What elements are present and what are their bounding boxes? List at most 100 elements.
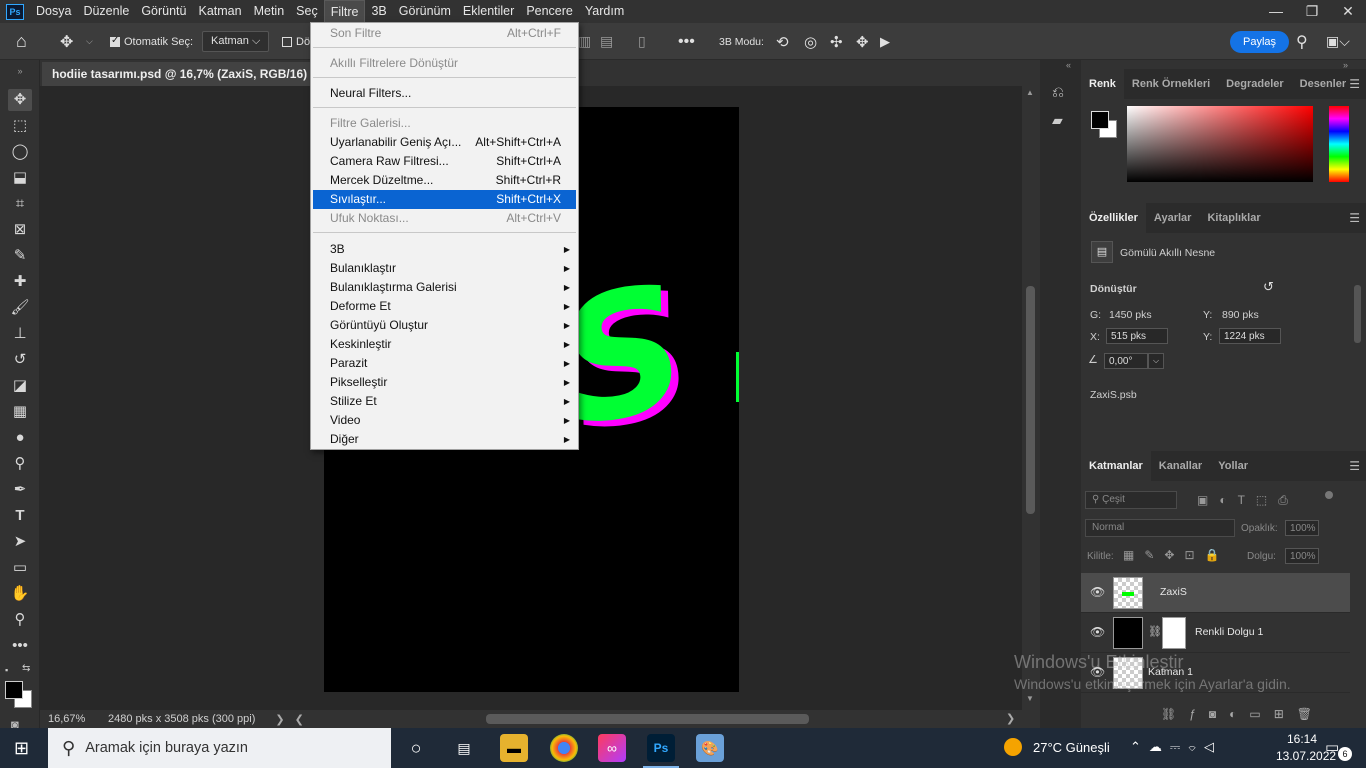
eye-icon[interactable]: 👁	[1090, 625, 1105, 639]
foreground-color-swatch[interactable]	[5, 681, 23, 699]
orbit-3d-icon[interactable]: ⟲	[776, 23, 789, 60]
pen-tool-icon[interactable]: ✒	[8, 479, 32, 501]
properties-scroll-thumb[interactable]	[1354, 285, 1361, 343]
chevron-down-icon[interactable]: ⌵	[1148, 353, 1164, 369]
move-tool-icon[interactable]: ✥	[60, 23, 73, 60]
file-explorer-icon[interactable]: ▬	[500, 734, 528, 762]
camera-3d-icon[interactable]: ▶	[880, 23, 890, 60]
color-field[interactable]	[1127, 106, 1313, 182]
x-position-input[interactable]: 515 pks	[1106, 328, 1168, 344]
tab-renk[interactable]: Renk	[1081, 69, 1124, 99]
menu-filtre[interactable]: Filtre	[323, 0, 366, 23]
crop-tool-icon[interactable]: ⌗	[8, 193, 32, 215]
rectangle-tool-icon[interactable]: ▭	[8, 557, 32, 579]
tab-desenler[interactable]: Desenler	[1292, 69, 1354, 99]
menu-item-uyarlanabilir-genis-aci[interactable]: Uyarlanabilir Geniş Açı... Alt+Shift+Ctrl…	[313, 133, 576, 152]
paint-icon[interactable]: 🎨	[696, 734, 724, 762]
comments-panel-icon[interactable]: ▰	[1052, 112, 1063, 129]
collapse-icon[interactable]: «	[1066, 60, 1071, 70]
home-icon[interactable]: ⌂	[16, 23, 27, 60]
panel-menu-icon[interactable]: ☰	[1349, 211, 1360, 225]
lasso-tool-icon[interactable]: ◯	[8, 141, 32, 163]
dodge-tool-icon[interactable]: ⚲	[8, 453, 32, 475]
menu-item-neural-filters[interactable]: Neural Filters...	[313, 84, 576, 103]
transform-controls-checkbox[interactable]: Dö	[282, 23, 310, 60]
hand-tool-icon[interactable]: ✋	[8, 583, 32, 605]
clone-stamp-tool-icon[interactable]: ⊥	[8, 323, 32, 345]
layer-filter-select[interactable]: ⚲ Çeşit	[1085, 491, 1177, 509]
photoshop-taskbar-icon[interactable]: Ps	[647, 734, 675, 762]
align-spacing-icon[interactable]: ▯	[638, 23, 646, 60]
menu-item-video[interactable]: Video ▶	[313, 411, 576, 430]
vertical-scrollbar[interactable]: ▲ ▼	[1022, 86, 1040, 710]
menu-item-diger[interactable]: Diğer ▶	[313, 430, 576, 449]
clock-time[interactable]: 16:14	[1282, 732, 1322, 746]
reset-transform-icon[interactable]: ↺	[1263, 279, 1274, 295]
eraser-tool-icon[interactable]: ◪	[8, 375, 32, 397]
edit-toolbar-icon[interactable]: •••	[8, 635, 32, 657]
roll-3d-icon[interactable]: ◎	[804, 23, 817, 60]
menu-pencere[interactable]: Pencere	[520, 0, 579, 23]
gradient-tool-icon[interactable]: ▦	[8, 401, 32, 423]
menu-yardim[interactable]: Yardım	[579, 0, 630, 23]
history-brush-tool-icon[interactable]: ↺	[8, 349, 32, 371]
y-position-input[interactable]: 1224 pks	[1219, 328, 1281, 344]
tab-renk-ornekleri[interactable]: Renk Örnekleri	[1124, 69, 1218, 99]
menu-duzenle[interactable]: Düzenle	[77, 0, 135, 23]
creative-cloud-icon[interactable]: ∞	[598, 734, 626, 762]
panel-menu-icon[interactable]: ☰	[1349, 77, 1360, 91]
tab-yollar[interactable]: Yollar	[1210, 451, 1256, 481]
pan-3d-icon[interactable]: ✣	[830, 23, 843, 60]
restore-button[interactable]: ❐	[1294, 0, 1330, 23]
menu-3b[interactable]: 3B	[365, 0, 392, 23]
menu-gorunum[interactable]: Görünüm	[393, 0, 457, 23]
auto-select-checkbox[interactable]: Otomatik Seç:	[110, 23, 193, 60]
layer-actions[interactable]: ⛓ƒ◙◐▭⊞🗑	[1161, 707, 1325, 721]
opacity-input[interactable]: 100%	[1285, 520, 1319, 536]
system-tray-icons[interactable]: ⌃☁⎓⌔◁	[1130, 739, 1222, 755]
scroll-right-icon[interactable]: ❯	[1006, 712, 1015, 725]
menu-item-sivilastir[interactable]: Sıvılaştır... Shift+Ctrl+X	[313, 190, 576, 209]
menu-dosya[interactable]: Dosya	[30, 0, 77, 23]
minimize-button[interactable]: —	[1258, 0, 1294, 23]
object-select-tool-icon[interactable]: ⬓	[8, 167, 32, 189]
task-view-icon[interactable]: ▤	[450, 734, 478, 762]
align-icon[interactable]: ▥	[578, 23, 591, 60]
menu-item-bulaniklastirma-galerisi[interactable]: Bulanıklaştırma Galerisi ▶	[313, 278, 576, 297]
weather-icon[interactable]	[1004, 738, 1022, 756]
menu-item-mercek-duzeltme[interactable]: Mercek Düzeltme... Shift+Ctrl+R	[313, 171, 576, 190]
history-panel-icon[interactable]: ⎌	[1052, 84, 1064, 101]
zoom-tool-icon[interactable]: ⚲	[8, 609, 32, 631]
taskbar-search-box[interactable]: ⚲ Aramak için buraya yazın	[48, 728, 391, 768]
scroll-down-icon[interactable]: ▼	[1026, 694, 1034, 703]
layer-row-zaxis[interactable]: 👁 ZaxiS	[1081, 573, 1350, 613]
scroll-up-icon[interactable]: ▲	[1026, 88, 1034, 97]
default-colors-icon[interactable]: ▪	[5, 665, 8, 675]
menu-item-parazit[interactable]: Parazit ▶	[313, 354, 576, 373]
foreground-color-swatch[interactable]	[1091, 111, 1109, 129]
workspace-icon[interactable]: ▣⌵	[1326, 23, 1350, 60]
tab-kanallar[interactable]: Kanallar	[1151, 451, 1210, 481]
angle-input[interactable]: 0,00°	[1104, 353, 1148, 369]
layer-row-renkli-dolgu[interactable]: 👁 ⛓ Renkli Dolgu 1	[1081, 613, 1350, 653]
chevron-right-icon[interactable]: ❯	[275, 713, 284, 726]
distribute-icon[interactable]: ▤	[600, 23, 613, 60]
scroll-left-icon[interactable]: ❮	[295, 713, 304, 726]
menu-item-stilize-et[interactable]: Stilize Et ▶	[313, 392, 576, 411]
menu-item-goruntuyu-olustur[interactable]: Görüntüyü Oluştur ▶	[313, 316, 576, 335]
swap-colors-icon[interactable]: ⇆	[22, 663, 30, 674]
filter-toggle-icon[interactable]	[1325, 491, 1333, 499]
share-button[interactable]: Paylaş	[1230, 23, 1290, 60]
eye-icon[interactable]: 👁	[1090, 585, 1105, 599]
menu-item-camera-raw[interactable]: Camera Raw Filtresi... Shift+Ctrl+A	[313, 152, 576, 171]
path-selection-tool-icon[interactable]: ➤	[8, 531, 32, 553]
search-icon[interactable]: ⚲	[1296, 23, 1308, 60]
tab-katmanlar[interactable]: Katmanlar	[1081, 451, 1151, 481]
eyedropper-tool-icon[interactable]: ✎	[8, 245, 32, 267]
windows-start-icon[interactable]: ⊞	[14, 738, 29, 759]
close-window-button[interactable]: ✕	[1330, 0, 1366, 23]
brush-tool-icon[interactable]: 🖌	[8, 297, 32, 319]
horizontal-scroll-thumb[interactable]	[486, 714, 809, 724]
panel-menu-icon[interactable]: ☰	[1349, 459, 1360, 473]
frame-tool-icon[interactable]: ⊠	[8, 219, 32, 241]
